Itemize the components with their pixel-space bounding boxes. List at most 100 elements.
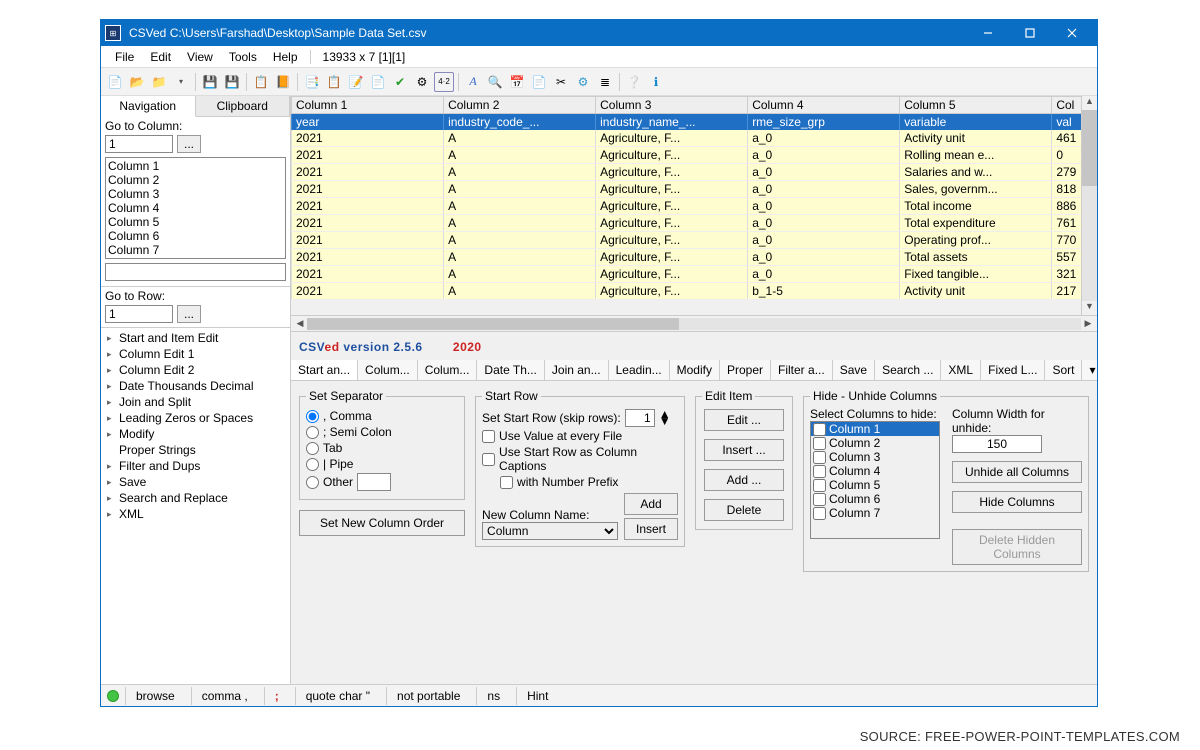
table-row[interactable]: 2021AAgriculture, F...a_0Total assets557 xyxy=(292,249,1097,266)
sep-pipe-radio[interactable] xyxy=(306,458,319,471)
calendar-icon[interactable]: 📅 xyxy=(507,72,527,92)
list-item[interactable]: Column 1 xyxy=(108,159,283,173)
scroll-right-icon[interactable]: ▶ xyxy=(1081,318,1095,329)
subtab[interactable]: Leadin... xyxy=(609,360,670,380)
subtab-more[interactable]: ▾ xyxy=(1082,360,1097,380)
tool6-icon[interactable]: 📄 xyxy=(368,72,388,92)
new-icon[interactable]: 📄 xyxy=(105,72,125,92)
cut-icon[interactable]: ✂ xyxy=(551,72,571,92)
subtab[interactable]: Join an... xyxy=(545,360,609,380)
num-icon[interactable]: 4·2 xyxy=(434,72,454,92)
list-item[interactable]: Column 7 xyxy=(108,243,283,257)
col-header[interactable]: Column 2 xyxy=(444,97,596,114)
options-tree[interactable]: ▸Start and Item Edit ▸Column Edit 1 ▸Col… xyxy=(101,327,290,684)
new-column-order-button[interactable]: Set New Column Order xyxy=(299,510,465,536)
subtab[interactable]: XML xyxy=(941,360,981,380)
table-row[interactable]: 2021AAgriculture, F...a_0Activity unit46… xyxy=(292,130,1097,147)
menu-edit[interactable]: Edit xyxy=(142,48,179,66)
add-button[interactable]: Add ... xyxy=(704,469,784,491)
list-item[interactable]: Column 2 xyxy=(108,173,283,187)
table-row[interactable]: 2021AAgriculture, F...a_0Salaries and w.… xyxy=(292,164,1097,181)
tab-clipboard[interactable]: Clipboard xyxy=(196,96,291,116)
save-icon[interactable]: 💾 xyxy=(200,72,220,92)
unhide-all-button[interactable]: Unhide all Columns xyxy=(952,461,1082,483)
table-row[interactable]: 2021AAgriculture, F...a_0Total expenditu… xyxy=(292,215,1097,232)
subtab[interactable]: Sort xyxy=(1045,360,1082,380)
col-header[interactable]: Column 5 xyxy=(900,97,1052,114)
column-search-input[interactable] xyxy=(105,263,286,281)
column-list[interactable]: Column 1 Column 2 Column 3 Column 4 Colu… xyxy=(105,157,286,259)
open2-icon[interactable]: 📁 xyxy=(149,72,169,92)
grid-hscroll[interactable]: ◀ ▶ xyxy=(291,315,1097,331)
sep-other-input[interactable] xyxy=(357,473,391,491)
table-row[interactable]: 2021AAgriculture, F...b_1-5Activity unit… xyxy=(292,283,1097,300)
hide-columns-button[interactable]: Hide Columns xyxy=(952,491,1082,513)
subtab[interactable]: Modify xyxy=(670,360,720,380)
column-name-select[interactable]: Column xyxy=(482,522,618,540)
go-to-column-input[interactable] xyxy=(105,135,173,153)
scroll-up-icon[interactable]: ▲ xyxy=(1082,96,1097,110)
subtab[interactable]: Search ... xyxy=(875,360,941,380)
use-caption-check[interactable] xyxy=(482,453,495,466)
tool2-icon[interactable]: 📙 xyxy=(273,72,293,92)
go-to-row-input[interactable] xyxy=(105,305,173,323)
font-icon[interactable]: A xyxy=(463,72,483,92)
sep-comma-radio[interactable] xyxy=(306,410,319,423)
scroll-thumb[interactable] xyxy=(1082,110,1097,186)
insert-column-button[interactable]: Insert xyxy=(624,518,678,540)
grid-vscroll[interactable]: ▲ ▼ xyxy=(1081,96,1097,315)
list-item[interactable]: Column 6 xyxy=(108,229,283,243)
tool4-icon[interactable]: 📋 xyxy=(324,72,344,92)
start-row-input[interactable] xyxy=(625,409,655,427)
use-value-check[interactable] xyxy=(482,430,495,443)
table-row[interactable]: 2021AAgriculture, F...a_0Operating prof.… xyxy=(292,232,1097,249)
tool3-icon[interactable]: 📑 xyxy=(302,72,322,92)
sep-tab-radio[interactable] xyxy=(306,442,319,455)
unhide-width-input[interactable] xyxy=(952,435,1042,453)
scroll-thumb[interactable] xyxy=(307,318,679,330)
maximize-button[interactable] xyxy=(1009,20,1051,46)
search-icon[interactable]: 🔍 xyxy=(485,72,505,92)
minimize-button[interactable] xyxy=(967,20,1009,46)
menu-view[interactable]: View xyxy=(179,48,221,66)
spin-down-icon[interactable]: ▼ xyxy=(659,418,671,425)
subtab[interactable]: Proper xyxy=(720,360,771,380)
subtab[interactable]: Fixed L... xyxy=(981,360,1045,380)
col-header[interactable]: Column 3 xyxy=(596,97,748,114)
table-row[interactable]: 2021AAgriculture, F...a_0Sales, governm.… xyxy=(292,181,1097,198)
tool5-icon[interactable]: 📝 xyxy=(346,72,366,92)
open-icon[interactable]: 📂 xyxy=(127,72,147,92)
go-to-column-button[interactable]: ... xyxy=(177,135,201,153)
tool1-icon[interactable]: 📋 xyxy=(251,72,271,92)
saveas-icon[interactable]: 💾 xyxy=(222,72,242,92)
gear-icon[interactable]: ⚙ xyxy=(412,72,432,92)
list-item[interactable]: Column 3 xyxy=(108,187,283,201)
scroll-down-icon[interactable]: ▼ xyxy=(1082,301,1097,315)
insert-button[interactable]: Insert ... xyxy=(704,439,784,461)
check-icon[interactable]: ✔ xyxy=(390,72,410,92)
subtab[interactable]: Date Th... xyxy=(477,360,544,380)
col-header[interactable]: Column 4 xyxy=(748,97,900,114)
edit-button[interactable]: Edit ... xyxy=(704,409,784,431)
hide-columns-list[interactable]: Column 1 Column 2 Column 3 Column 4 Colu… xyxy=(810,421,940,539)
table-row[interactable]: 2021AAgriculture, F...a_0Total income886 xyxy=(292,198,1097,215)
table-row[interactable]: 2021AAgriculture, F...a_0Rolling mean e.… xyxy=(292,147,1097,164)
subtab[interactable]: Save xyxy=(833,360,875,380)
data-grid[interactable]: Column 1 Column 2 Column 3 Column 4 Colu… xyxy=(291,96,1097,332)
delete-button[interactable]: Delete xyxy=(704,499,784,521)
menu-file[interactable]: File xyxy=(107,48,142,66)
table-row[interactable]: 2021AAgriculture, F...a_0Fixed tangible.… xyxy=(292,266,1097,283)
num-prefix-check[interactable] xyxy=(500,476,513,489)
subtab[interactable]: Start an... xyxy=(291,360,358,381)
list-item[interactable]: Column 4 xyxy=(108,201,283,215)
subtab[interactable]: Colum... xyxy=(358,360,418,380)
scroll-left-icon[interactable]: ◀ xyxy=(293,318,307,329)
sep-other-radio[interactable] xyxy=(306,476,319,489)
list-item[interactable]: Column 5 xyxy=(108,215,283,229)
subtab[interactable]: Colum... xyxy=(418,360,478,380)
go-to-row-button[interactable]: ... xyxy=(177,305,201,323)
gear2-icon[interactable]: ⚙ xyxy=(573,72,593,92)
subtab[interactable]: Filter a... xyxy=(771,360,833,380)
close-button[interactable] xyxy=(1051,20,1093,46)
dropdown-icon[interactable]: ▾ xyxy=(171,72,191,92)
